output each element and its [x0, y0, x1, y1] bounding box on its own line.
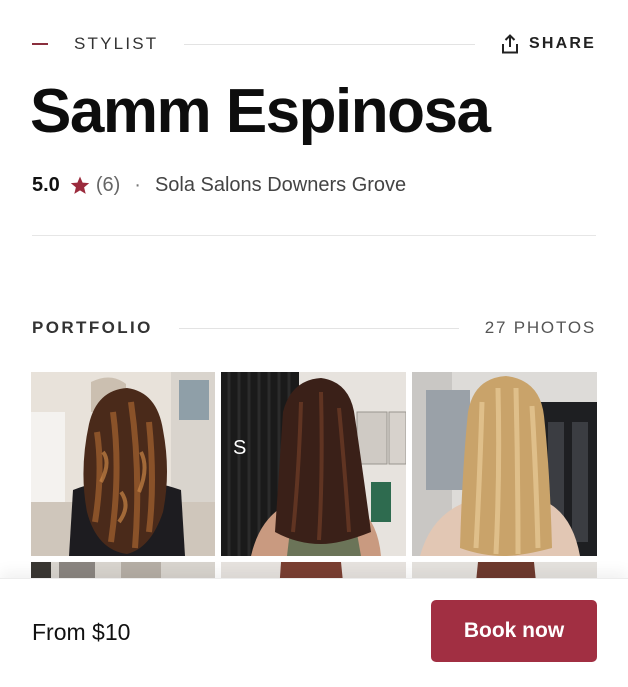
- portfolio-photo-3[interactable]: [412, 372, 597, 556]
- accent-dash: [32, 43, 48, 45]
- stylist-name: Samm Espinosa: [30, 77, 491, 146]
- portfolio-photo-1[interactable]: [31, 372, 215, 556]
- curly-brunette-balayage-photo: [31, 372, 215, 556]
- book-now-button[interactable]: Book now: [431, 600, 597, 662]
- booking-footer: From $10 Book now: [0, 578, 628, 687]
- photo-count[interactable]: 27 PHOTOS: [485, 318, 596, 338]
- share-button[interactable]: SHARE: [501, 34, 596, 54]
- svg-text:S: S: [233, 437, 246, 459]
- long-blonde-straight-hair-photo: [412, 372, 597, 556]
- meta-separator: ·: [134, 174, 141, 196]
- eyebrow-label: STYLIST: [74, 34, 159, 53]
- portfolio-rule: [178, 327, 459, 329]
- portfolio-photo-2[interactable]: S: [221, 372, 406, 556]
- price-label: From $10: [32, 619, 131, 645]
- rating-value: 5.0: [32, 174, 60, 196]
- review-count[interactable]: (6): [96, 174, 120, 197]
- header-rule: [184, 43, 475, 45]
- star-icon: [70, 176, 90, 195]
- share-label: SHARE: [528, 35, 596, 52]
- header-row: STYLIST SHARE: [32, 32, 596, 56]
- divider: [32, 235, 596, 236]
- share-icon: [501, 34, 518, 54]
- salon-name[interactable]: Sola Salons Downers Grove: [155, 174, 406, 197]
- portfolio-label: PORTFOLIO: [32, 318, 153, 337]
- long-brown-straight-hair-photo: S: [221, 372, 406, 556]
- portfolio-header: PORTFOLIO 27 PHOTOS: [32, 316, 596, 340]
- stylist-meta: 5.0 (6) · Sola Salons Downers Grove: [32, 174, 406, 197]
